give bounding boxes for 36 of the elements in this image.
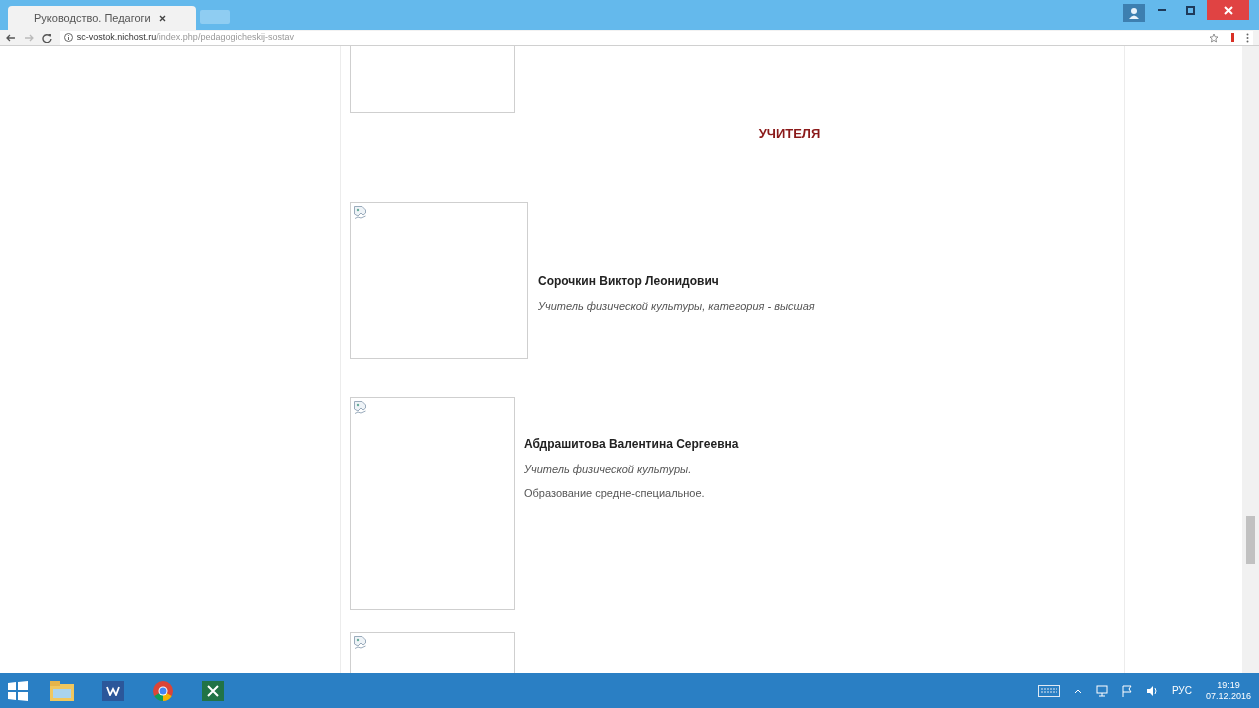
reload-icon[interactable] xyxy=(41,32,52,43)
word-icon[interactable] xyxy=(102,680,124,701)
address-bar[interactable]: sc-vostok.nichost.ru/index.php/pedagogicheskij-sostav xyxy=(59,30,1253,45)
section-heading: УЧИТЕЛЯ xyxy=(758,125,821,143)
menu-icon[interactable] xyxy=(1246,32,1249,43)
teacher-name: Сорочкин Виктор Леонидович xyxy=(538,272,720,290)
windows-start-icon[interactable] xyxy=(8,680,28,701)
close-button[interactable] xyxy=(1207,0,1249,20)
teacher-description: Учитель физической культуры. xyxy=(524,461,693,477)
teacher-name: Абдрашитова Валентина Сергеевна xyxy=(524,435,739,453)
close-icon[interactable] xyxy=(158,14,166,22)
network-icon[interactable] xyxy=(1095,684,1108,697)
scrollbar[interactable] xyxy=(1242,46,1259,673)
close-icon xyxy=(1223,5,1233,15)
flag-icon[interactable] xyxy=(1121,684,1132,697)
broken-image-icon xyxy=(354,400,366,414)
star-icon[interactable] xyxy=(1209,32,1219,43)
clock[interactable]: 19:19 07.12.2016 xyxy=(1205,680,1251,701)
caret-up-icon[interactable] xyxy=(1073,687,1082,694)
chrome-icon[interactable] xyxy=(152,679,174,702)
teacher-description: Учитель физической культуры, категория - высшая xyxy=(538,298,815,314)
info-icon[interactable] xyxy=(63,33,73,42)
keyboard-icon[interactable] xyxy=(1037,684,1060,697)
url-text: sc-vostok.nichost.ru/index.php/pedagogicheskij-sostav xyxy=(76,33,294,42)
folder-icon[interactable] xyxy=(50,680,74,701)
excel-icon[interactable] xyxy=(202,680,224,701)
back-icon[interactable] xyxy=(6,32,16,43)
speaker-icon[interactable] xyxy=(1145,684,1158,697)
browser-tab[interactable]: Руководство. Педагоги xyxy=(8,6,196,30)
scrollbar-thumb[interactable] xyxy=(1246,516,1255,564)
broken-image-icon xyxy=(354,205,366,219)
teacher-description: Образование средне-специальное. xyxy=(524,486,706,501)
broken-image-icon xyxy=(354,635,366,649)
language-indicator[interactable]: РУС xyxy=(1171,683,1192,698)
user-icon[interactable] xyxy=(1123,4,1145,22)
tab-title: Руководство. Педагоги xyxy=(34,10,151,26)
